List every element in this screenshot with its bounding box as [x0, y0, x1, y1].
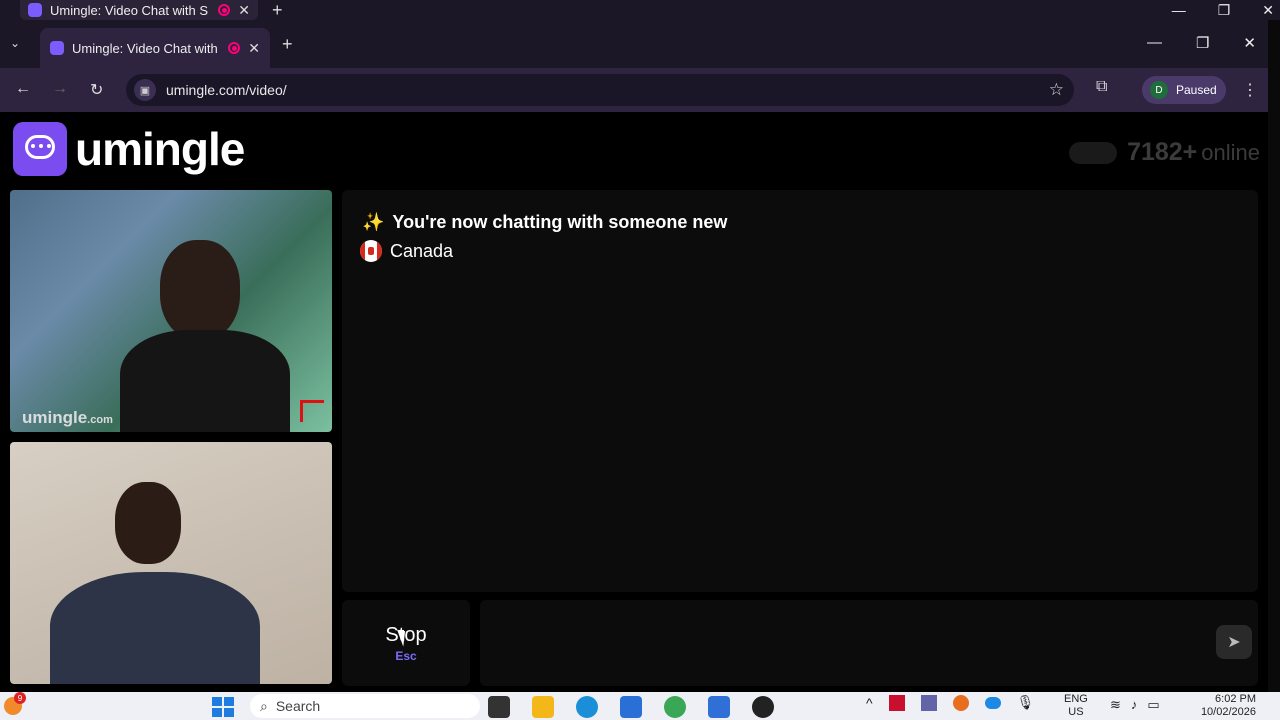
new-tab-button[interactable]: + [282, 34, 293, 55]
clock-time: 6:02 PM [1215, 693, 1256, 705]
umingle-page: umingle 7182+ online umingle.com ✨ You'r… [0, 112, 1268, 692]
chrome-icon[interactable] [664, 696, 686, 718]
restore-button[interactable]: ❐ [1196, 34, 1209, 52]
browser-toolbar: ← → ↻ ▣ umingle.com/video/ ☆ [0, 68, 1268, 112]
country-name: Canada [390, 240, 454, 261]
online-count: 7182+ [1127, 138, 1198, 166]
self-video [10, 442, 332, 684]
extensions-icon[interactable]: ⧉ [1096, 78, 1107, 96]
canada-flag-icon [360, 240, 382, 262]
side-panel-edge [1268, 20, 1280, 692]
bookmark-star-icon[interactable]: ☆ [1049, 80, 1064, 100]
send-button[interactable]: ➤ [1216, 625, 1252, 659]
umingle-favicon-icon [28, 3, 42, 17]
obs-icon[interactable] [752, 696, 774, 718]
system-tray: ^ 🎙 [866, 694, 1034, 711]
tab-title: Umingle: Video Chat with S [72, 40, 221, 56]
url-text[interactable]: umingle.com/video/ [166, 82, 287, 98]
file-explorer-icon[interactable] [532, 696, 554, 718]
taskbar-clock[interactable]: 6:02 PM 10/02/2026 [1188, 693, 1256, 719]
video-watermark: umingle.com [22, 408, 113, 427]
volume-icon: ♪ [1130, 697, 1138, 712]
sparkle-icon: ✨ [362, 212, 385, 232]
microphone-icon[interactable]: 🎙 [1017, 694, 1035, 711]
tray-overflow-icon[interactable]: ^ [866, 695, 873, 711]
chat-panel: ✨ You're now chatting with someone new C… [342, 190, 1258, 592]
message-input[interactable] [480, 600, 1258, 686]
outer-restore-button[interactable]: ❐ [1218, 2, 1231, 19]
taskbar-apps [488, 696, 774, 718]
forward-button[interactable]: → [52, 80, 68, 98]
back-button[interactable]: ← [15, 80, 31, 98]
stop-shortcut: Esc [395, 648, 417, 663]
umingle-logo[interactable]: umingle [13, 122, 245, 176]
taskbar-search[interactable]: ⌕ Search [250, 694, 480, 718]
notification-badge: 9 [14, 692, 26, 704]
close-window-button[interactable]: ✕ [1243, 34, 1256, 52]
minimize-button[interactable]: — [1147, 34, 1162, 52]
profile-button[interactable]: D Paused [1142, 76, 1226, 104]
browser-tabbar: ⌄ Umingle: Video Chat with S ✕ + — ❐ ✕ [0, 20, 1268, 68]
browser-tab-active[interactable]: Umingle: Video Chat with S ✕ [40, 28, 270, 68]
outer-close-button[interactable]: ✕ [1262, 2, 1274, 19]
outer-minimize-button[interactable]: — [1172, 2, 1186, 18]
task-view-icon[interactable] [488, 696, 510, 718]
online-toggle [1069, 141, 1118, 164]
tab-close-icon[interactable]: ✕ [248, 40, 260, 57]
edge-browser-icon[interactable] [576, 696, 598, 718]
windows-start-icon[interactable] [212, 697, 234, 717]
tray-app-icon[interactable] [888, 694, 905, 711]
stranger-country: Canada [360, 240, 453, 262]
language-indicator[interactable]: ENG US [1064, 693, 1088, 719]
teams-icon[interactable] [920, 694, 937, 711]
chat-status-text: You're now chatting with someone new [392, 212, 728, 232]
stranger-body [120, 330, 290, 432]
chat-status: ✨ You're now chatting with someone new [362, 212, 727, 233]
window-controls: — ❐ ✕ [1147, 34, 1256, 52]
profile-avatar: D [1150, 81, 1168, 99]
lang-top: ENG [1064, 693, 1088, 705]
search-icon: ⌕ [260, 697, 268, 714]
lang-bottom: US [1068, 706, 1084, 718]
battery-icon: ▭ [1147, 697, 1160, 712]
online-counter: 7182+ online [1069, 138, 1260, 167]
outer-new-tab-button[interactable]: + [272, 0, 283, 20]
outer-tab-title: Umingle: Video Chat with S [50, 2, 209, 18]
camera-permission-icon[interactable]: ▣ [134, 79, 156, 101]
network-volume-battery[interactable]: ≋ ♪ ▭ [1110, 697, 1160, 713]
clock-date: 10/02/2026 [1200, 706, 1256, 718]
address-bar[interactable]: ▣ umingle.com/video/ ☆ [126, 74, 1074, 106]
stranger-video: umingle.com [10, 190, 332, 432]
microsoft-store-icon[interactable] [620, 696, 642, 718]
browser-menu-icon[interactable]: ⋮ [1242, 80, 1258, 100]
self-head [115, 482, 181, 564]
recording-icon [228, 42, 241, 54]
umingle-favicon-icon [50, 41, 64, 55]
chat-bubble-logo-icon [13, 122, 67, 176]
outlook-icon[interactable] [708, 696, 730, 718]
reload-button[interactable]: ↻ [90, 80, 103, 100]
self-body [50, 572, 260, 684]
report-flag-icon[interactable] [300, 400, 324, 422]
wifi-icon: ≋ [1110, 697, 1121, 712]
outer-browser-tabstrip: Umingle: Video Chat with S ✕ + — ❐ ✕ [0, 0, 1280, 20]
profile-status: Paused [1176, 83, 1217, 97]
recording-icon [218, 4, 231, 16]
outer-tab-close-icon[interactable]: ✕ [238, 2, 250, 19]
windows-taskbar: 9 ⌕ Search ^ 🎙 ENG US ≋ ♪ ▭ 6:02 PM 10/0… [0, 692, 1280, 720]
search-label: Search [275, 698, 321, 714]
tab-search-dropdown-icon[interactable]: ⌄ [10, 36, 20, 50]
outer-window-controls: — ❐ ✕ [1172, 0, 1280, 20]
sync-icon[interactable] [952, 694, 969, 711]
online-label: online [1201, 140, 1260, 165]
outer-browser-tab[interactable]: Umingle: Video Chat with S ✕ [20, 0, 258, 20]
logo-text: umingle [75, 123, 245, 175]
onedrive-icon[interactable] [984, 696, 1001, 709]
stranger-head [160, 240, 240, 340]
send-icon: ➤ [1227, 634, 1241, 651]
